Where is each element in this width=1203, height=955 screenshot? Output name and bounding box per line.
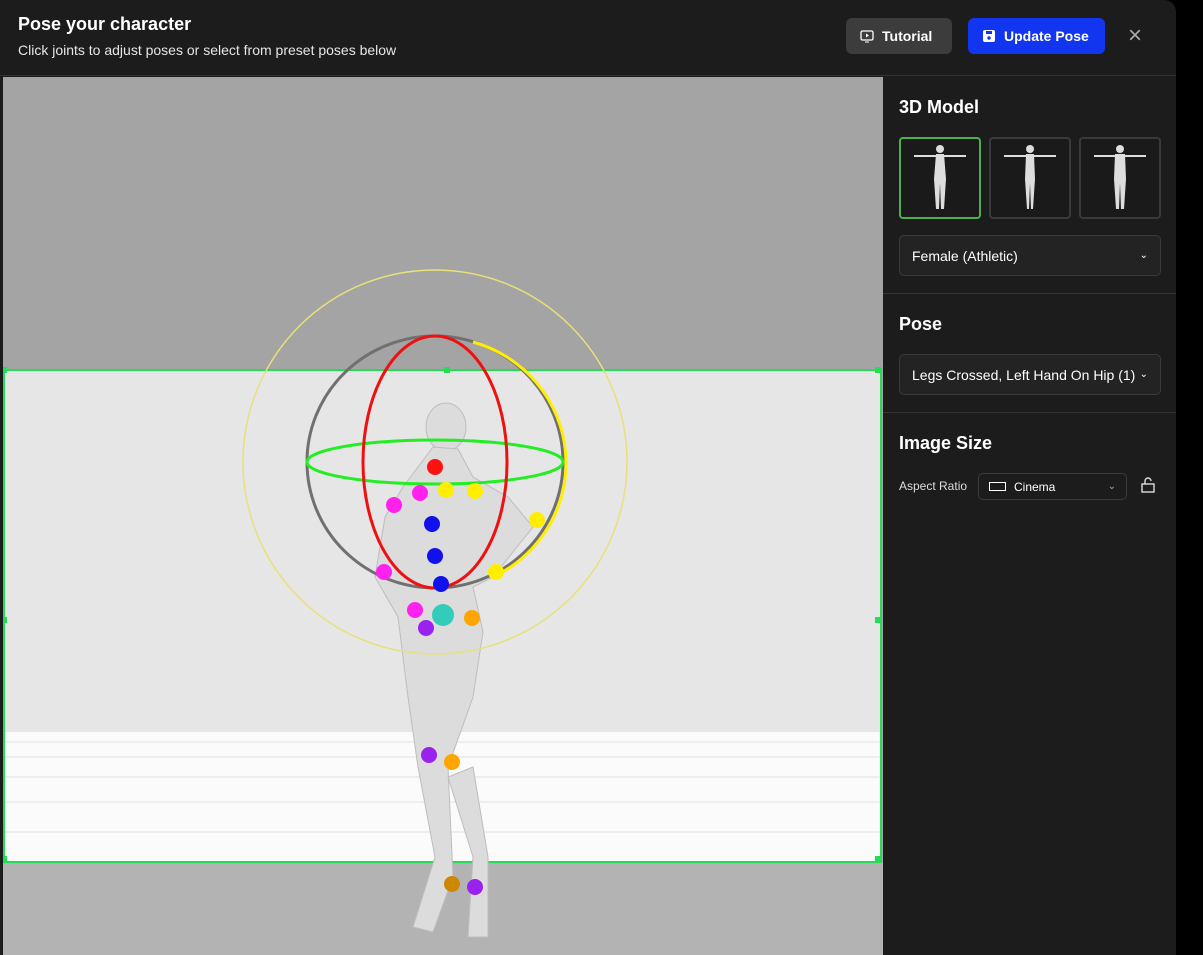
update-pose-label: Update Pose xyxy=(1004,28,1089,44)
figure-icon xyxy=(1094,145,1146,209)
3d-viewport[interactable] xyxy=(3,77,883,955)
chevron-down-icon: ⌄ xyxy=(1139,250,1148,261)
rectangle-icon xyxy=(989,482,1006,491)
model-heading: 3D Model xyxy=(899,97,980,117)
pose-modal: Pose your character Click joints to adju… xyxy=(0,0,1176,955)
modal-header: Pose your character Click joints to adju… xyxy=(0,0,1176,76)
tutorial-label: Tutorial xyxy=(882,28,933,44)
pose-select-value: Legs Crossed, Left Hand On Hip (1) xyxy=(912,366,1136,383)
model-select[interactable]: Female (Athletic) ⌄ xyxy=(899,235,1161,276)
modal-title: Pose your character xyxy=(18,14,192,34)
settings-panel: 3D Model Female (Athletic) ⌄ Pose Legs Cr… xyxy=(883,77,1176,955)
figure-icon xyxy=(1004,145,1056,209)
image-size-heading: Image Size xyxy=(899,433,993,453)
update-pose-button[interactable]: Update Pose xyxy=(968,18,1105,54)
tutorial-button[interactable]: Tutorial xyxy=(846,18,952,54)
aspect-ratio-select[interactable]: Cinema ⌄ xyxy=(978,473,1127,500)
aspect-ratio-label: Aspect Ratio xyxy=(899,479,968,493)
model-thumb-3[interactable] xyxy=(1079,137,1161,219)
unlock-icon[interactable] xyxy=(1140,476,1156,494)
divider xyxy=(883,412,1176,413)
model-thumb-2[interactable] xyxy=(989,137,1071,219)
chevron-down-icon: ⌄ xyxy=(1139,369,1148,380)
figure-icon xyxy=(914,145,966,209)
chevron-down-icon: ⌄ xyxy=(1107,481,1116,492)
pose-select[interactable]: Legs Crossed, Left Hand On Hip (1) ⌄ xyxy=(899,354,1161,395)
divider xyxy=(883,293,1176,294)
save-icon xyxy=(983,30,995,42)
aspect-ratio-value: Cinema xyxy=(1014,479,1056,494)
pose-scene[interactable] xyxy=(3,77,883,955)
model-thumb-1[interactable] xyxy=(899,137,981,219)
modal-subtitle: Click joints to adjust poses or select f… xyxy=(18,42,397,58)
pose-heading: Pose xyxy=(899,314,943,334)
play-video-icon xyxy=(860,30,874,43)
close-icon[interactable]: × xyxy=(1128,24,1142,48)
model-select-value: Female (Athletic) xyxy=(912,247,1018,264)
